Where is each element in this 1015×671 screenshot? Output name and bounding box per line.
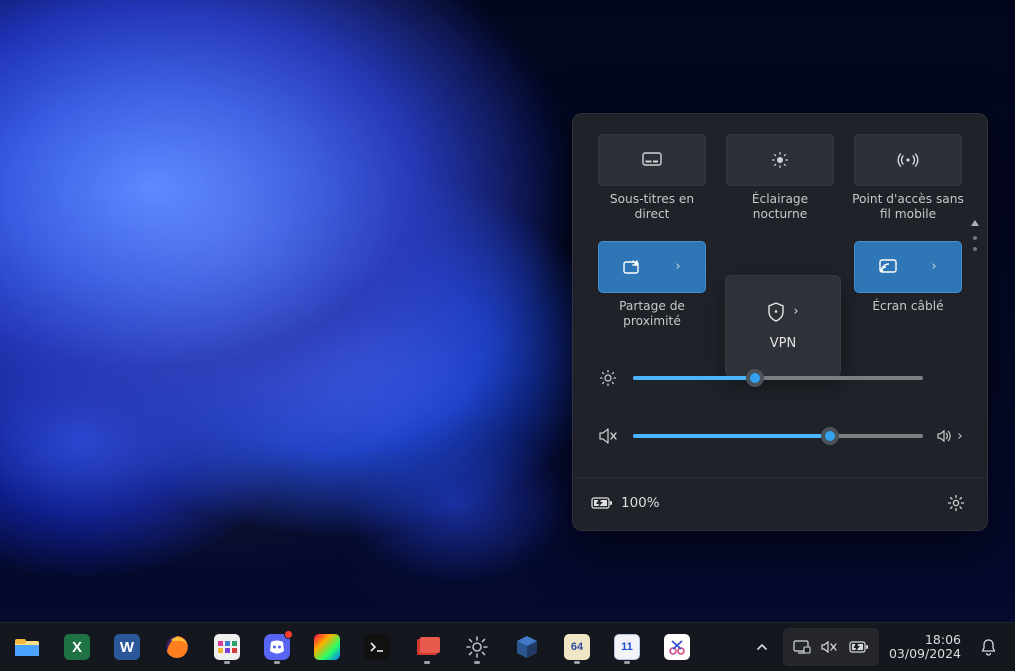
system-tray-status[interactable]	[783, 628, 879, 666]
chevron-right-icon: ›	[957, 429, 962, 444]
tile-mobile-hotspot[interactable]	[854, 134, 962, 186]
taskbar-app-settings[interactable]	[456, 627, 498, 667]
taskbar-app-app-11[interactable]: 11	[606, 627, 648, 667]
taskbar-app-snipping-tool[interactable]	[656, 627, 698, 667]
settings-button[interactable]	[941, 488, 971, 518]
captions-icon	[642, 152, 662, 168]
taskbar: XW 6411 18:06 03/09/2024	[0, 622, 1015, 671]
notifications-button[interactable]	[971, 628, 1005, 666]
taskbar-app-app-color[interactable]	[306, 627, 348, 667]
tile-night-light[interactable]	[726, 134, 834, 186]
tile-live-captions[interactable]	[598, 134, 706, 186]
taskbar-clock[interactable]: 18:06 03/09/2024	[883, 633, 967, 662]
taskbar-app-word[interactable]: W	[106, 627, 148, 667]
audio-output-picker[interactable]: ›	[937, 429, 963, 444]
share-icon	[623, 259, 641, 275]
taskbar-app-file-explorer[interactable]	[6, 627, 48, 667]
display-icon	[793, 640, 811, 654]
chevron-right-icon: ›	[675, 259, 680, 274]
tile-label: Point d'accès sans fil mobile	[852, 186, 964, 235]
night-light-icon	[771, 151, 789, 169]
taskbar-app-app-64[interactable]: 64	[556, 627, 598, 667]
tiles-pagination[interactable]	[971, 220, 979, 251]
tile-label: Partage de proximité	[596, 293, 708, 342]
tile-label: Écran câblé	[852, 293, 964, 327]
cast-icon	[879, 259, 897, 274]
volume-slider-row: ›	[597, 407, 963, 465]
shield-icon	[767, 302, 785, 322]
clock-time: 18:06	[925, 633, 961, 647]
tile-label: Éclairage nocturne	[724, 186, 836, 235]
chevron-right-icon: ›	[931, 259, 936, 274]
gear-icon	[947, 494, 965, 512]
taskbar-app-app-purple[interactable]	[206, 627, 248, 667]
taskbar-app-excel[interactable]: X	[56, 627, 98, 667]
volume-mute-icon	[821, 640, 839, 654]
volume-mute-icon[interactable]	[597, 427, 619, 445]
bell-icon	[980, 638, 997, 656]
tile-cast[interactable]: ›	[854, 241, 962, 293]
chevron-right-icon: ›	[793, 304, 798, 319]
quick-settings-panel: Sous-titres en direct Éclairage nocturne	[572, 113, 988, 531]
tile-nearby-sharing[interactable]: ›	[598, 241, 706, 293]
taskbar-app-virtualbox[interactable]	[506, 627, 548, 667]
tray-overflow-chevron[interactable]	[745, 628, 779, 666]
battery-percent: 100%	[621, 495, 660, 511]
battery-status[interactable]: 100%	[591, 495, 660, 511]
taskbar-app-app-red[interactable]	[406, 627, 448, 667]
brightness-slider[interactable]	[633, 368, 923, 388]
tile-label: VPN	[770, 336, 796, 351]
battery-icon	[591, 496, 613, 510]
notification-badge	[284, 630, 293, 639]
brightness-icon	[597, 369, 619, 387]
tile-vpn-flyout[interactable]: › VPN	[725, 275, 841, 377]
volume-slider[interactable]	[633, 426, 923, 446]
hotspot-icon	[897, 152, 919, 168]
taskbar-app-terminal[interactable]	[356, 627, 398, 667]
taskbar-app-firefox[interactable]	[156, 627, 198, 667]
battery-icon	[849, 641, 869, 653]
taskbar-app-discord[interactable]	[256, 627, 298, 667]
chevron-up-icon	[756, 641, 768, 653]
clock-date: 03/09/2024	[889, 647, 961, 661]
tile-label: Sous-titres en direct	[596, 186, 708, 235]
